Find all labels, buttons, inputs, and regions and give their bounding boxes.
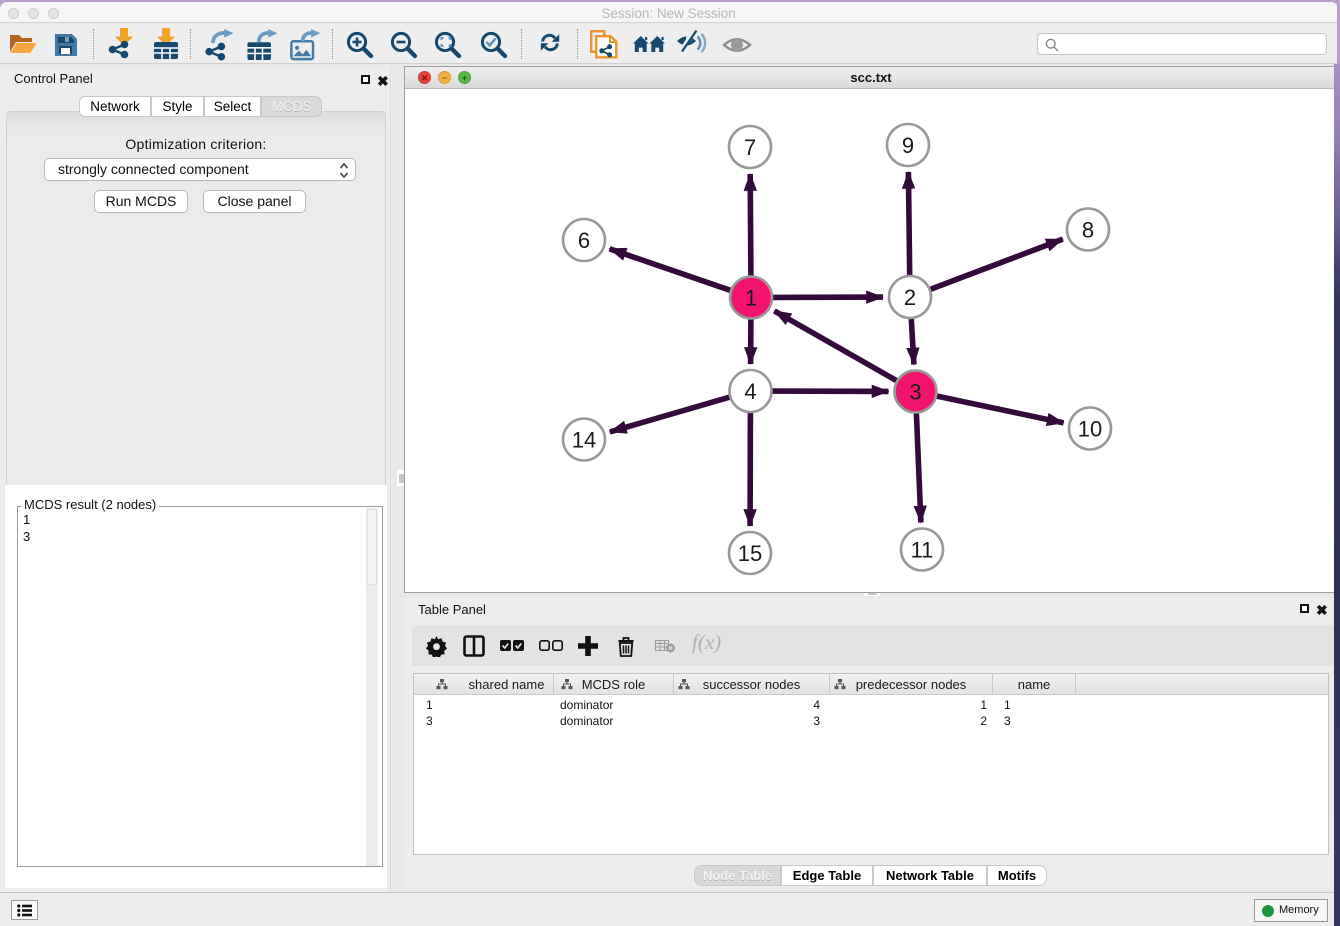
svg-text:11: 11 xyxy=(911,538,934,563)
svg-text:10: 10 xyxy=(1078,417,1102,442)
svg-text:15: 15 xyxy=(738,541,762,566)
svg-text:1: 1 xyxy=(745,286,757,311)
svg-text:8: 8 xyxy=(1082,218,1094,243)
svg-text:3: 3 xyxy=(909,380,921,405)
svg-text:6: 6 xyxy=(578,228,590,253)
svg-text:2: 2 xyxy=(904,285,916,310)
svg-text:9: 9 xyxy=(902,133,914,158)
svg-text:14: 14 xyxy=(572,428,596,453)
svg-text:7: 7 xyxy=(744,135,756,160)
svg-text:4: 4 xyxy=(744,379,756,404)
